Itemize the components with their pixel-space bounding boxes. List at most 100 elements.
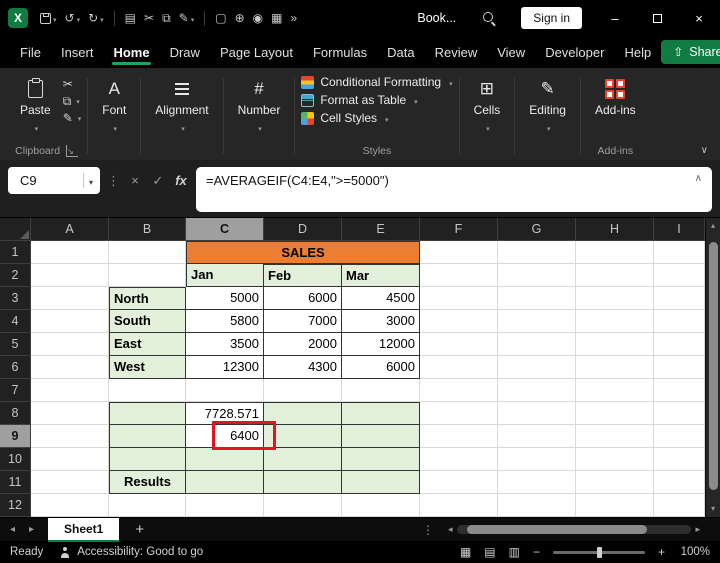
cell-B11[interactable]: Results bbox=[109, 471, 186, 494]
conditional-formatting-button[interactable]: Conditional Formatting bbox=[301, 75, 452, 89]
alignment-button[interactable]: Alignment bbox=[147, 72, 216, 134]
prev-sheet-icon[interactable]: ◂ bbox=[6, 524, 19, 535]
cell-H12[interactable] bbox=[576, 494, 654, 517]
normal-view-icon[interactable]: ▦ bbox=[460, 545, 471, 559]
addins-button[interactable]: Add-ins bbox=[587, 72, 644, 117]
cell-I12[interactable] bbox=[654, 494, 705, 517]
share-button[interactable]: ⇧ Share bbox=[661, 40, 720, 64]
column-header-I[interactable]: I bbox=[654, 218, 705, 241]
cell-A4[interactable] bbox=[31, 310, 109, 333]
cell-I5[interactable] bbox=[654, 333, 705, 356]
cell-A12[interactable] bbox=[31, 494, 109, 517]
cut-icon[interactable]: ✂ bbox=[144, 12, 154, 24]
row-header-3[interactable]: 3 bbox=[0, 287, 31, 310]
cell-E10[interactable] bbox=[342, 448, 420, 471]
cell-H10[interactable] bbox=[576, 448, 654, 471]
column-header-D[interactable]: D bbox=[264, 218, 342, 241]
cell-D11[interactable] bbox=[264, 471, 342, 494]
cell-H9[interactable] bbox=[576, 425, 654, 448]
cell-D6[interactable]: 4300 bbox=[264, 356, 342, 379]
cell-styles-button[interactable]: Cell Styles bbox=[301, 111, 452, 125]
cell-I11[interactable] bbox=[654, 471, 705, 494]
insert-icon[interactable]: ⊕ bbox=[235, 12, 245, 24]
cell-F12[interactable] bbox=[420, 494, 498, 517]
cell-E9[interactable] bbox=[342, 425, 420, 448]
cell-G9[interactable] bbox=[498, 425, 576, 448]
cell-E2[interactable]: Mar bbox=[342, 264, 420, 287]
cell-G8[interactable] bbox=[498, 402, 576, 425]
zoom-out-icon[interactable]: − bbox=[533, 545, 540, 559]
more-commands-icon[interactable]: » bbox=[290, 12, 297, 24]
grid-icon[interactable]: ▦ bbox=[271, 12, 282, 24]
cell-C3[interactable]: 5000 bbox=[186, 287, 264, 310]
cell-H3[interactable] bbox=[576, 287, 654, 310]
collapse-formula-bar-icon[interactable]: ∧ bbox=[695, 173, 702, 184]
format-as-table-button[interactable]: Format as Table bbox=[301, 93, 452, 107]
cell-A7[interactable] bbox=[31, 379, 109, 402]
cell-B5[interactable]: East bbox=[109, 333, 186, 356]
cell-C11[interactable] bbox=[186, 471, 264, 494]
column-header-H[interactable]: H bbox=[576, 218, 654, 241]
cell-A8[interactable] bbox=[31, 402, 109, 425]
new-file-icon[interactable]: ▢ bbox=[215, 12, 226, 24]
chevron-down-icon[interactable] bbox=[89, 173, 93, 188]
formula-bar-options-icon[interactable]: ⋮ bbox=[107, 173, 120, 189]
cell-D12[interactable] bbox=[264, 494, 342, 517]
menu-tab-draw[interactable]: Draw bbox=[160, 36, 210, 68]
horizontal-scrollbar-track[interactable] bbox=[457, 525, 692, 534]
cell-H2[interactable] bbox=[576, 264, 654, 287]
cell-I6[interactable] bbox=[654, 356, 705, 379]
row-header-12[interactable]: 12 bbox=[0, 494, 31, 517]
cell-E8[interactable] bbox=[342, 402, 420, 425]
cell-B1[interactable] bbox=[109, 241, 186, 264]
cell-F4[interactable] bbox=[420, 310, 498, 333]
cell-E7[interactable] bbox=[342, 379, 420, 402]
cell-E12[interactable] bbox=[342, 494, 420, 517]
select-all-corner[interactable] bbox=[0, 218, 31, 241]
cell-F9[interactable] bbox=[420, 425, 498, 448]
cell-G3[interactable] bbox=[498, 287, 576, 310]
cell-A11[interactable] bbox=[31, 471, 109, 494]
redo-icon[interactable]: ↻ bbox=[88, 11, 104, 25]
cut-icon[interactable]: ✂ bbox=[63, 78, 82, 90]
scroll-down-icon[interactable]: ▾ bbox=[706, 501, 720, 517]
cell-E11[interactable] bbox=[342, 471, 420, 494]
page-break-view-icon[interactable]: ▥ bbox=[509, 545, 520, 559]
cancel-icon[interactable]: × bbox=[127, 173, 143, 188]
zoom-in-icon[interactable]: + bbox=[658, 545, 665, 559]
more-sheets-icon[interactable]: ⋮ bbox=[422, 523, 434, 537]
cell-E5[interactable]: 12000 bbox=[342, 333, 420, 356]
insert-function-icon[interactable]: fx bbox=[173, 173, 189, 188]
cell-A5[interactable] bbox=[31, 333, 109, 356]
cell-E4[interactable]: 3000 bbox=[342, 310, 420, 333]
enter-icon[interactable]: ✓ bbox=[150, 173, 166, 189]
scroll-left-icon[interactable]: ◂ bbox=[448, 524, 453, 535]
cell-E3[interactable]: 4500 bbox=[342, 287, 420, 310]
row-header-10[interactable]: 10 bbox=[0, 448, 31, 471]
editing-button[interactable]: ✎ Editing bbox=[521, 72, 574, 134]
cell-C6[interactable]: 12300 bbox=[186, 356, 264, 379]
row-header-2[interactable]: 2 bbox=[0, 264, 31, 287]
cell-C4[interactable]: 5800 bbox=[186, 310, 264, 333]
cell-I3[interactable] bbox=[654, 287, 705, 310]
cell-F1[interactable] bbox=[420, 241, 498, 264]
scroll-up-icon[interactable]: ▴ bbox=[706, 218, 720, 234]
save-icon[interactable] bbox=[40, 11, 57, 25]
cell-C1[interactable]: SALES bbox=[186, 241, 420, 264]
sheet-tab-sheet1[interactable]: Sheet1 bbox=[48, 518, 119, 542]
cell-B9[interactable] bbox=[109, 425, 186, 448]
undo-icon[interactable]: ↺ bbox=[65, 11, 81, 25]
cell-C10[interactable] bbox=[186, 448, 264, 471]
camera-icon[interactable]: ◉ bbox=[253, 12, 263, 24]
cell-G11[interactable] bbox=[498, 471, 576, 494]
zoom-slider-thumb[interactable] bbox=[597, 547, 602, 558]
cell-G5[interactable] bbox=[498, 333, 576, 356]
cell-H6[interactable] bbox=[576, 356, 654, 379]
menu-tab-page-layout[interactable]: Page Layout bbox=[210, 36, 303, 68]
vertical-scrollbar-thumb[interactable] bbox=[709, 242, 718, 490]
cell-F2[interactable] bbox=[420, 264, 498, 287]
copy-icon[interactable]: ⧉ bbox=[162, 12, 171, 24]
cell-H1[interactable] bbox=[576, 241, 654, 264]
menu-tab-data[interactable]: Data bbox=[377, 36, 424, 68]
cell-G12[interactable] bbox=[498, 494, 576, 517]
